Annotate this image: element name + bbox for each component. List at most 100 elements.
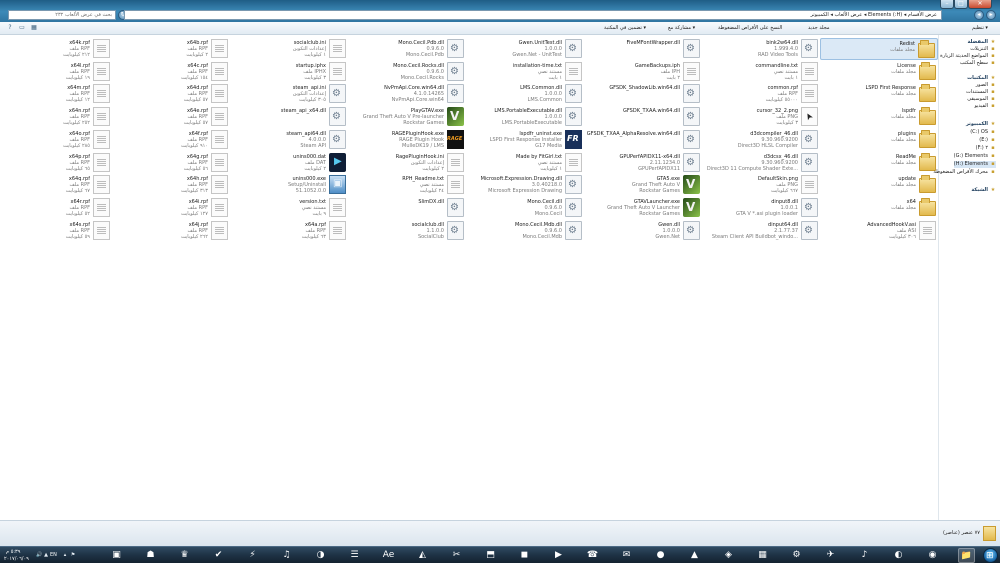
file-item[interactable]: unins000.datملف DAT٢ كيلوبايت [230,152,348,174]
file-item[interactable]: d3dcsx_46.dll9.30.960.9200Direct3D 11 Co… [702,152,820,174]
taskbar-button[interactable]: ◈ [720,548,737,563]
file-item[interactable]: steam_api.iniإعدادات التكوين٣٠٥ كيلوبايت [230,83,348,105]
organize-button[interactable]: تنظيم ▾ [972,25,988,31]
taskbar-button[interactable]: ✂ [448,548,465,563]
sidebar-item[interactable]: ★ الشبكة [971,187,996,194]
file-item[interactable]: x64g.rpf ملف RPF ٥٦ كيلوبايت [112,152,230,174]
file-item[interactable]: GTAVLauncher.exeGrand Theft Auto V Launc… [584,197,702,219]
folder-item[interactable]: Redist مجلد ملفات [820,38,938,60]
file-item[interactable]: SlimDX.dll [348,197,466,219]
preview-pane-icon[interactable]: ▭ [18,24,26,32]
sidebar-item[interactable]: ▪ (G:) Elements [954,153,996,160]
folder-item[interactable]: plugins مجلد ملفات [820,129,938,151]
file-item[interactable]: x64j.rpf ملف RPF ٢٦٢ كيلوبايت [112,220,230,242]
taskbar-button[interactable]: ✈ [822,548,839,563]
sidebar-item[interactable]: ▪ المستندات [966,89,996,96]
file-item[interactable]: GPUPerfAPIDX11-x64.dll2.11.1234.0GPUPerf… [584,152,702,174]
file-item[interactable]: socialclub.ini إعدادات التكوين ١ كيلوبايت [230,38,348,60]
sidebar-item[interactable]: ▪ الصور [976,82,996,89]
sidebar-item[interactable]: ★ الكمبيوتر [966,121,996,128]
taskbar-button[interactable]: ◉ [924,548,941,563]
file-item[interactable]: DefaultSkin.png ملف PNG ٦٦٧ كيلوبايت [702,174,820,196]
file-item[interactable]: unins000.exeSetup/Uninstall51.1052.0.0 [230,174,348,196]
folder-item[interactable]: lspdfr مجلد ملفات [820,106,938,128]
file-item[interactable]: x64q.rpf ملف RPF ٦٧ كيلوبايت [0,174,112,196]
file-item[interactable]: installation-time.txt مستند نصي ١ بايت [466,61,584,83]
taskbar-button[interactable]: Ae [380,548,397,563]
help-icon[interactable]: ? [6,24,14,32]
taskbar-button[interactable]: ◼ [516,548,533,563]
language-indicator[interactable]: EN [50,552,57,558]
file-item[interactable]: Gwen.dll1.0.0.0Gwen.Net [584,220,702,242]
volume-icon[interactable]: 🔊 [36,552,42,558]
file-item[interactable]: common.rpf ملف RPF ٥٥٠٠٠ كيلوبايت [702,83,820,105]
share-with-button[interactable]: مشاركة مع ▾ [668,25,695,31]
file-item[interactable]: x64o.rpf ملف RPF ٢٨٥ كيلوبايت [0,129,112,151]
file-item[interactable]: LMS.Common.dll1.0.0.0LMS.Common [466,83,584,105]
file-item[interactable]: lspdfr_uninst.exeLSPD First Response Ins… [466,129,584,151]
file-item[interactable]: FiveMFontWrapper.dll [584,38,702,60]
file-item[interactable]: bink2w64.dll1.999.4.0RAD Video Tools [702,38,820,60]
sidebar-item[interactable]: ▪ (E:) [979,137,996,144]
file-item[interactable]: socialclub.dll1.1.0.0SocialClub [348,220,466,242]
file-item[interactable]: x64k.rpf ملف RPF ٢١٢ كيلوبايت [0,38,112,60]
folder-item[interactable]: x64 مجلد ملفات [820,197,938,219]
file-item[interactable]: steam_api64.dll4.0.0.0Steam API [230,129,348,151]
network-icon[interactable]: ▲ [43,552,49,558]
taskbar-button[interactable]: ☎ [584,548,601,563]
clock-date[interactable]: ٢٠١٧/٠٦/٠٩ [4,556,29,562]
file-item[interactable]: x64m.rpf ملف RPF ١٢ كيلوبايت [0,83,112,105]
file-item[interactable]: d3dcompiler_46.dll9.30.960.9200Direct3D … [702,129,820,151]
taskbar-button[interactable]: ⚡ [244,548,261,563]
file-item[interactable]: Made by FitGirl.txt مستند نصي ١ كيلوبايت [466,152,584,174]
file-item[interactable]: GFSDK_TXAA_AlphaResolve.win64.dll [584,129,702,151]
file-item[interactable]: startup.iphx ملف IPHX ٣ كيلوبايت [230,61,348,83]
file-item[interactable]: GFSDK_TXAA.win64.dll [584,106,702,128]
file-item[interactable]: NvPmApi.Core.win64.dll4.1.0.14265NvPmApi… [348,83,466,105]
file-item[interactable]: version.txt مستند نصي ٩ بايت [230,197,348,219]
file-item[interactable]: steam_api_x64.dll [230,106,348,128]
taskbar-button[interactable]: ☗ [142,548,159,563]
file-item[interactable]: Mono.Cecil.Pdb.dll0.9.6.0Mono.Cecil.Pdb [348,38,466,60]
taskbar-button[interactable]: ⚙ [788,548,805,563]
clock-time[interactable]: ٥:٣٩ م [6,549,20,555]
file-item[interactable]: x64l.rpf ملف RPF ١٩ كيلوبايت [0,61,112,83]
action-center-icon[interactable]: ⚑ [70,552,76,558]
change-view-icon[interactable]: ▦ [30,24,38,32]
close-button[interactable]: ✕ [968,0,992,9]
taskbar-button[interactable]: ✔ [210,548,227,563]
file-item[interactable]: dinput64.dll2.1.77.37Steam Client API Bu… [702,220,820,242]
taskbar-button[interactable]: ◭ [414,548,431,563]
taskbar-button[interactable]: ✉ [618,548,635,563]
file-item[interactable]: x64b.rpf ملف RPF ٢ كيلوبايت [112,38,230,60]
taskbar-button[interactable]: ♛ [176,548,193,563]
file-item[interactable]: Mono.Cecil.Mdb.dll0.9.6.0Mono.Cecil.Mdb [466,220,584,242]
sidebar-item[interactable]: ▪ التنزيلات [970,46,996,53]
file-item[interactable]: GTA5.exeGrand Theft Auto VRockstar Games [584,174,702,196]
file-item[interactable]: x64i.rpf ملف RPF ١٢٧ كيلوبايت [112,197,230,219]
file-item[interactable]: GFSDK_ShadowLib.win64.dll [584,83,702,105]
forward-button[interactable]: ◂ [974,10,984,20]
address-bar[interactable]: عرض الأقسام ◂ ‏(H:) Elements ◂ ‏عرض الأل… [124,10,942,20]
file-item[interactable]: LMS.PortableExecutable.dll1.0.0.0LMS.Por… [466,106,584,128]
file-item[interactable]: x64a.rpf ملف RPF ٦٣ كيلوبايت [230,220,348,242]
sidebar-item[interactable]: ▪ الموسيقى [967,96,996,103]
file-item[interactable]: x64s.rpf ملف RPF ٥٩ كيلوبايت [0,220,112,242]
file-item[interactable]: Microsoft.Expression.Drawing.dll3.0.4021… [466,174,584,196]
sidebar-item[interactable]: ▪ (H:) Elements [953,161,996,168]
file-item[interactable]: dinput8.dll1.0.0.1GTA V *.asi plugin loa… [702,197,820,219]
new-folder-button[interactable]: مجلد جديد [808,25,830,31]
taskbar-button[interactable]: ● [652,548,669,563]
file-item[interactable]: RagePluginHook.ini إعدادات التكوين ٢ كيلوب… [348,152,466,174]
file-item[interactable]: x64d.rpf ملف RPF ٥٧ كيلوبايت [112,83,230,105]
taskbar-button[interactable]: ◐ [890,548,907,563]
folder-item[interactable]: License مجلد ملفات [820,61,938,83]
file-item[interactable]: AdvancedHookV.asi ملف ASI ٣٠٦ كيلوبايت [820,220,938,242]
file-item[interactable]: commandline.txt مستند نصي ١ بايت [702,61,820,83]
file-item[interactable]: x64r.rpf ملف RPF ٥٢ كيلوبايت [0,197,112,219]
maximize-button[interactable]: □ [954,0,968,9]
taskbar-button[interactable]: ⬒ [482,548,499,563]
sidebar-item[interactable]: ▪ الفيديو [974,103,996,110]
taskbar-button[interactable]: ▶ [550,548,567,563]
taskbar-button[interactable]: ◑ [312,548,329,563]
